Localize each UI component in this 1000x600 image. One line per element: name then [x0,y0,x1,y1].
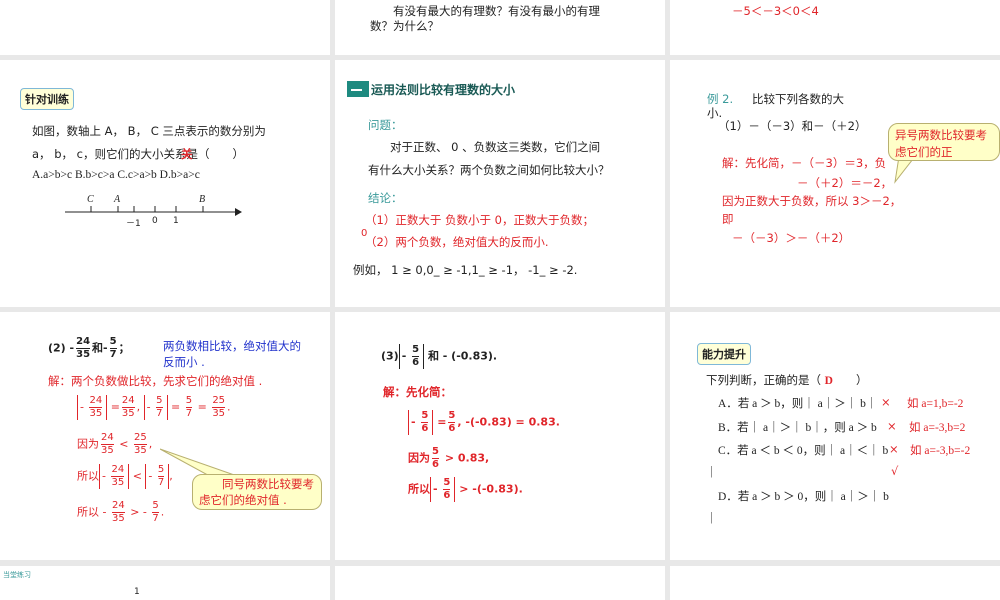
answer: D [824,375,833,387]
slide-bottom-3[interactable] [670,566,1000,600]
option-d[interactable]: D．若 a ＞ b ＞ 0，则｜ a｜＞｜ b [718,488,889,504]
option-a[interactable]: A．若 a ＞ b，则｜ a｜＞｜ b｜ [718,395,877,411]
conclusion-1: （1）正数大于 负数小于 0，正数大于负数； [365,213,594,227]
question-line-2: 有什么大小关系？两个负数之间如何比较大小？ [368,163,610,177]
slide-bottom-1[interactable]: 当堂练习 1 [0,566,330,600]
slide-bottom-2[interactable] [335,566,665,600]
so-line-1: 所以 - 24 35 < - 57, [77,464,173,489]
section-title: 运用法则比较有理数的大小 [371,83,516,97]
question-2: (2) -24 35 和- 5 7； [48,336,130,360]
options: A.a>b>c B.b>c>a C.c>a>b D.b>a>c [32,169,200,181]
callout-note: 同号两数比较要考虑它们的绝对值 . [192,474,322,510]
rule-note: 两负数相比较，绝对值大的反而小 . [163,339,301,369]
ordering-text: －5＜－3＜0＜4 [732,4,819,18]
counterexample-b: 如 a=-3,b=2 [909,422,966,434]
slide-example-2-part3[interactable]: (3) - 56 和 - (-0.83). 解：先化简： - 56 = 5 6, -(… [335,312,665,560]
abs-values: - 24 35 = 24 35, - 57 = 57 = 25 35. [77,395,231,420]
example-question: （1）－（－3）和－（＋2） [718,119,867,133]
question-text: 有没有最大的有理数？有没有最小的有理 [393,4,600,18]
slide-top-1[interactable] [0,0,330,55]
solution-line-4: 即 [722,212,734,226]
callout-note: 异号两数比较要考虑它们的正 [888,123,1000,161]
tick-label: －1 [126,219,141,229]
question-line-1: 对于正数、 0 、负数这三类数，它们之间 [390,140,601,154]
practice-badge: 针对训练 [20,88,74,110]
cross-mark-b: × [887,419,897,433]
problem-line-1: 如图，数轴上 A， B， C 三点表示的数分别为 [32,124,266,138]
question-text-2: 数？为什么？ [370,19,439,33]
solution-intro: 解：先化简： [383,385,452,399]
conclusion-2: （2）两个负数，绝对值大的反而小. [365,235,549,249]
simplify-line: - 56 = 5 6, -(-0.83) = 0.83. [408,410,560,435]
point-b: B [199,194,206,205]
question: 下列判断，正确的是（ D ） [706,373,868,387]
solution-line-3: 因为正数大于负数，所以 3＞－2， [722,194,902,208]
solution-line-5: －（－3）＞－（＋2） [732,231,851,245]
so-line-2: 所以 - 24 35 > - 57. [77,500,165,524]
slide-example-2[interactable]: 例 2. 比较下列各数的大 小. （1）－（－3）和－（＋2） 解：先化简，－（… [670,60,1000,307]
option-c-cont: ｜ [706,465,718,479]
cross-mark-c: × [889,442,899,456]
point-c: C [87,194,94,205]
question-label: 问题： [368,118,403,132]
option-b[interactable]: B．若｜ a｜＞｜ b｜，则 a ＞ b [718,419,877,435]
tick-label: 1 [173,216,179,226]
solution-line-2: －（＋2）＝－2， [797,176,893,190]
slide-example-2-part2[interactable]: (2) -24 35 和- 5 7； 两负数相比较，绝对值大的反而小 . 解：两个负数做… [0,312,330,560]
solution-line-1: 解：先化简，－（－3）＝3，负 [722,156,887,170]
so-line: 所以 - 56 > -(-0.83). [408,477,523,502]
counterexample-a: 如 a=1,b=-2 [907,398,964,410]
option-d-cont: ｜ [706,511,718,525]
option-c[interactable]: C．若 a ＜ b ＜ 0，则｜ a｜＜｜ b [718,442,888,458]
section-icon [347,81,369,97]
example-line: 例如， 1 ≥ 0,0_ ≥ -1,1_ ≥ -1， -1_ ≥ -2. [353,263,578,277]
slide-top-3[interactable]: －5＜－3＜0＜4 [670,0,1000,55]
solution-intro: 解：两个负数做比较，先求它们的绝对值 . [48,374,263,388]
counterexample-c: 如 a=-3,b=-2 [910,445,971,457]
cross-mark-a: × [881,395,891,409]
problem-line-2: a， b， c，则它们的大小关系是（ ） [32,147,244,161]
slide-practice[interactable]: 针对训练 如图，数轴上 A， B， C 三点表示的数分别为 a， b， c，则它… [0,60,330,307]
answer-mark: 关 [181,147,193,161]
q-and: 和- [92,341,108,355]
because-line: 因为 24 35 < 25 35, [77,432,153,456]
example-text: 比较下列各数的大 [752,92,844,106]
slide-ability[interactable]: 能力提升 下列判断，正确的是（ D ） A．若 a ＞ b，则｜ a｜＞｜ b｜… [670,312,1000,560]
ability-badge: 能力提升 [697,343,751,365]
partial-text: 1 [134,587,140,597]
section-label: 当堂练习 [3,571,31,579]
because-line: 因为 5 6 > 0.83, [408,446,490,470]
tick-label: 0 [152,216,158,226]
check-mark-d: √ [891,464,899,478]
slide-compare-rules[interactable]: 运用法则比较有理数的大小 问题： 对于正数、 0 、负数这三类数，它们之间 有什… [335,60,665,307]
slide-top-2[interactable]: 有没有最大的有理数？有没有最小的有理 数？为什么？ [335,0,665,55]
question-3: (3) - 56 和 - (-0.83). [381,344,498,369]
q-prefix: (2) - [48,341,75,355]
point-a: A [114,194,121,205]
conclusion-label: 结论： [368,191,403,205]
